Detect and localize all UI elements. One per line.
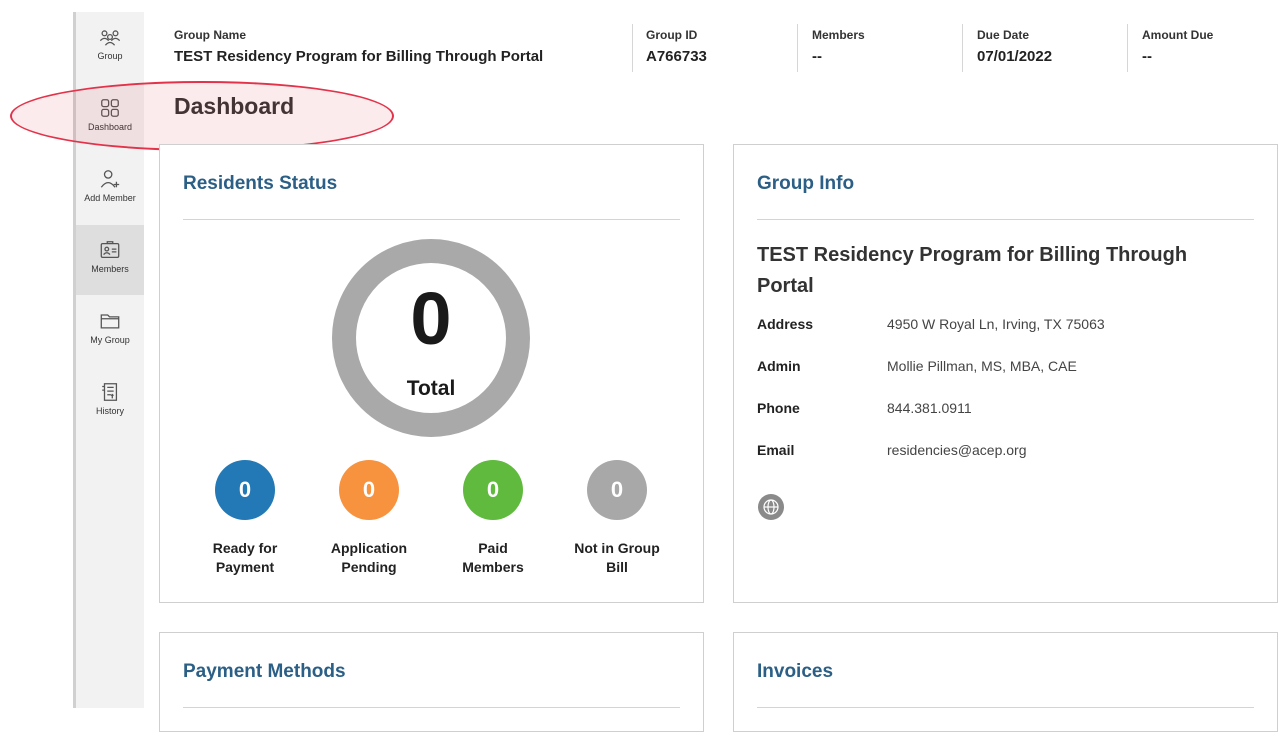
sidebar-item-label: Add Member	[84, 193, 136, 203]
invoices-card: Invoices	[733, 632, 1278, 732]
info-label: Admin	[757, 358, 801, 374]
header-value: 07/01/2022	[977, 48, 1053, 65]
header-value: --	[812, 48, 822, 65]
sidebar-item-dashboard[interactable]: Dashboard	[76, 83, 144, 153]
folder-icon	[99, 310, 121, 332]
header-label: Group ID	[646, 28, 698, 42]
header-amount-due: Amount Due --	[1142, 28, 1213, 65]
group-icon	[99, 26, 121, 48]
stat-label-line: Members	[462, 559, 524, 575]
total-label: Total	[406, 377, 456, 400]
group-name-line: TEST Residency Program for Billing Throu…	[757, 244, 1188, 266]
residents-status-card: Residents Status 0 Total 0 Ready for Pay…	[159, 144, 704, 603]
stat-count-badge: 0	[463, 460, 523, 520]
header-divider	[1127, 24, 1128, 72]
stat-ready-for-payment[interactable]: 0 Ready for Payment	[190, 460, 300, 577]
header-value: TEST Residency Program for Billing Throu…	[174, 48, 544, 65]
sidebar: Group Dashboard Add Member Members My Gr…	[76, 12, 144, 708]
sidebar-item-group[interactable]: Group	[76, 12, 144, 82]
info-value: 844.381.0911	[887, 400, 972, 416]
total-count: 0	[410, 277, 452, 360]
header-group-id: Group ID A766733	[646, 28, 707, 65]
sidebar-item-label: My Group	[90, 335, 130, 345]
sidebar-item-label: Members	[91, 264, 129, 274]
header-divider	[962, 24, 963, 72]
card-title: Group Info	[757, 173, 855, 194]
header-divider	[797, 24, 798, 72]
card-divider	[183, 219, 680, 220]
sidebar-item-label: History	[95, 406, 124, 416]
header-label: Due Date	[977, 28, 1030, 42]
group-name-line: Portal	[757, 275, 814, 297]
stat-label-line: Paid	[478, 540, 508, 556]
stat-label-line: Pending	[341, 559, 397, 575]
stat-label: Paid Members	[438, 539, 548, 577]
stat-label-line: Not in Group	[574, 540, 660, 556]
history-icon	[99, 381, 121, 403]
header-label: Members	[812, 28, 865, 42]
info-label: Phone	[757, 400, 800, 416]
stat-label: Ready for Payment	[190, 539, 300, 577]
stat-paid-members[interactable]: 0 Paid Members	[438, 460, 548, 577]
info-value[interactable]: residencies@acep.org	[887, 442, 1027, 458]
members-icon	[99, 239, 121, 261]
header-due-date: Due Date 07/01/2022	[977, 28, 1052, 65]
header-members: Members --	[812, 28, 865, 65]
stat-count-badge: 0	[215, 460, 275, 520]
stat-count-badge: 0	[587, 460, 647, 520]
group-info-card: Group Info TEST Residency Program for Bi…	[733, 144, 1278, 603]
page-title: Dashboard	[174, 93, 295, 119]
sidebar-item-members[interactable]: Members	[76, 225, 144, 295]
info-label: Email	[757, 442, 795, 458]
card-title: Payment Methods	[183, 661, 346, 682]
globe-icon[interactable]	[757, 493, 785, 521]
card-title: Invoices	[757, 661, 834, 682]
stat-count-badge: 0	[339, 460, 399, 520]
stat-label-line: Payment	[215, 559, 275, 575]
info-value: Mollie Pillman, MS, MBA, CAE	[887, 358, 1077, 374]
info-value: 4950 W Royal Ln, Irving, TX 75063	[887, 316, 1105, 332]
header-group-name: Group Name TEST Residency Program for Bi…	[174, 28, 543, 65]
header-label: Group Name	[174, 28, 247, 42]
payment-methods-card: Payment Methods	[159, 632, 704, 732]
stat-label-line: Ready for	[212, 540, 278, 556]
header-value: --	[1142, 48, 1152, 65]
stat-label: Not in Group Bill	[562, 539, 672, 577]
header-value: A766733	[646, 48, 707, 65]
stat-label: Application Pending	[314, 539, 424, 577]
stat-label-line: Application	[330, 540, 408, 556]
sidebar-item-label: Group	[97, 51, 123, 61]
card-title: Residents Status	[183, 173, 338, 194]
stat-application-pending[interactable]: 0 Application Pending	[314, 460, 424, 577]
sidebar-item-history[interactable]: History	[76, 367, 144, 437]
stat-label-line: Bill	[606, 559, 628, 575]
sidebar-item-label: Dashboard	[87, 122, 133, 132]
card-divider	[757, 219, 1254, 220]
sidebar-item-my-group[interactable]: My Group	[76, 296, 144, 366]
info-label: Address	[757, 316, 814, 332]
dashboard-icon	[99, 97, 121, 119]
stat-not-in-group-bill[interactable]: 0 Not in Group Bill	[562, 460, 672, 577]
add-member-icon	[99, 168, 121, 190]
header-label: Amount Due	[1142, 28, 1214, 42]
group-name: TEST Residency Program for Billing Throu…	[757, 240, 1237, 302]
sidebar-item-add-member[interactable]: Add Member	[76, 154, 144, 224]
header-divider	[632, 24, 633, 72]
